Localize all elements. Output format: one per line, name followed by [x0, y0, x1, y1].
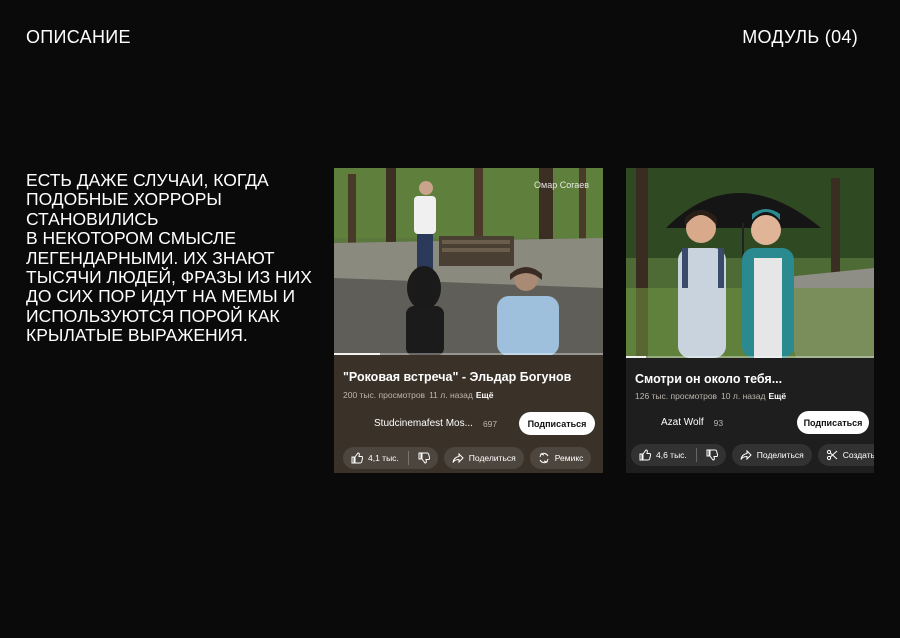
remix-button[interactable]: Ремикс [529, 447, 592, 469]
create-clip-label: Создать клип [842, 450, 874, 460]
description-line: ЕСТЬ ДАЖЕ СЛУЧАИ, КОГДА [26, 170, 269, 190]
action-bar: 4,1 тыс. Поделиться Ремикс [343, 447, 592, 469]
video-progress-fill [626, 356, 646, 358]
watermark-text: Омар Согаев [534, 180, 589, 190]
video-title[interactable]: Смотри он около тебя... [635, 372, 782, 386]
thumbs-up-icon[interactable] [639, 449, 651, 461]
video-meta: 126 тыс. просмотров 10 л. назад Ещё [635, 391, 786, 401]
thumbs-down-icon[interactable] [418, 452, 430, 464]
subscriber-count: 93 [713, 417, 724, 428]
subscriber-count: 697 [482, 418, 498, 429]
channel-name[interactable]: Azat Wolf [661, 417, 704, 428]
share-button[interactable]: Поделиться [443, 447, 524, 469]
share-icon [452, 452, 464, 464]
action-bar: 4,6 тыс. Поделиться Создать клип [631, 444, 874, 466]
video-age: 11 л. назад [429, 390, 473, 400]
subscribe-button[interactable]: Подписаться [519, 412, 595, 435]
pill-divider [407, 451, 409, 465]
video-thumbnail[interactable]: Омар Согаев [334, 168, 603, 355]
description-line: В НЕКОТОРОМ СМЫСЛЕ [26, 228, 237, 249]
description-line: ДО СИХ ПОР ИДУТ НА МЕМЫ И [26, 286, 296, 307]
thumbs-up-icon[interactable] [351, 452, 363, 464]
description-line: КРЫЛАТЫЕ ВЫРАЖЕНИЯ. [26, 325, 248, 346]
like-count: 4,1 тыс. [368, 453, 399, 463]
more-link[interactable]: Ещё [769, 391, 787, 401]
create-clip-button[interactable]: Создать клип [817, 444, 874, 466]
description-line: ТЫСЯЧИ ЛЮДЕЙ, ФРАЗЫ ИЗ НИХ [26, 267, 312, 288]
like-dislike-pill: 4,1 тыс. [343, 447, 438, 469]
share-label: Поделиться [756, 450, 804, 460]
channel-row[interactable]: Studcinemafest Mos... 697 [374, 418, 497, 429]
description-line: ИСПОЛЬЗУЮТСЯ ПОРОЙ КАК [26, 305, 280, 326]
channel-row[interactable]: Azat Wolf 93 [661, 417, 723, 428]
video-meta: 200 тыс. просмотров 11 л. назад Ещё [343, 390, 493, 400]
channel-name[interactable]: Studcinemafest Mos... [374, 418, 473, 429]
clip-icon [826, 449, 838, 461]
video-progress-bar[interactable] [626, 356, 874, 358]
subscribe-button[interactable]: Подписаться [797, 411, 869, 434]
remix-icon [538, 452, 550, 464]
video-card-1[interactable]: Омар Согаев "Роковая встреча" - Эльдар Б… [334, 168, 603, 473]
header-left-title: ОПИСАНИЕ [26, 27, 131, 47]
share-label: Поделиться [468, 453, 516, 463]
video-progress-bar[interactable] [334, 353, 603, 355]
video-views: 200 тыс. просмотров [343, 390, 426, 400]
more-link[interactable]: Ещё [476, 390, 494, 400]
description-line: ПОДОБНЫЕ ХОРРОРЫ [26, 189, 222, 210]
header-right-module: МОДУЛЬ (04) [742, 27, 858, 47]
description-line: ЛЕГЕНДАРНЫМИ. ИХ ЗНАЮТ [26, 247, 275, 268]
video-title[interactable]: "Роковая встреча" - Эльдар Богунов [343, 370, 571, 384]
like-dislike-pill: 4,6 тыс. [631, 444, 726, 466]
video-thumbnail[interactable] [626, 168, 874, 358]
description-line: СТАНОВИЛИСЬ [26, 208, 159, 229]
video-progress-fill [334, 353, 380, 355]
share-icon [740, 449, 752, 461]
description-text: ЕСТЬ ДАЖЕ СЛУЧАИ, КОГДА ПОДОБНЫЕ ХОРРОРЫ… [26, 170, 321, 346]
video-views: 126 тыс. просмотров [635, 391, 718, 401]
thumbs-down-icon[interactable] [706, 449, 718, 461]
pill-divider [695, 448, 697, 462]
remix-label: Ремикс [554, 453, 584, 463]
like-count: 4,6 тыс. [656, 450, 687, 460]
video-card-2[interactable]: Смотри он около тебя... 126 тыс. просмот… [626, 168, 874, 473]
share-button[interactable]: Поделиться [731, 444, 812, 466]
video-age: 10 л. назад [721, 391, 766, 401]
